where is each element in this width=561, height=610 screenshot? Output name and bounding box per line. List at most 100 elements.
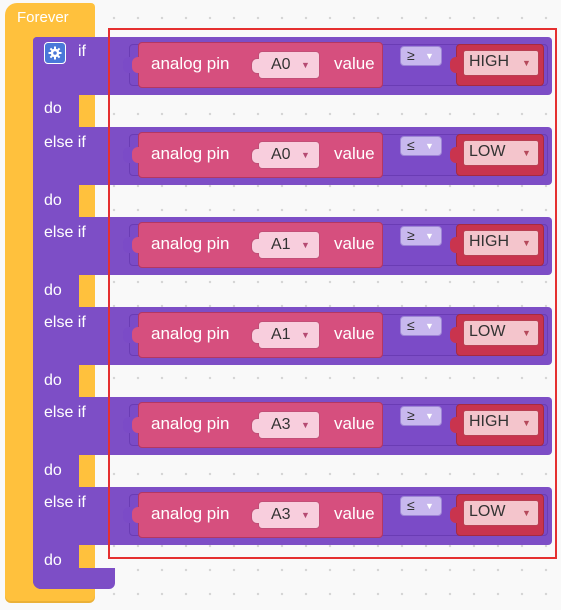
level-value: LOW xyxy=(469,323,506,340)
analog-pin-block[interactable]: analog pin A3 ▼ value xyxy=(132,402,383,448)
do-keyword: do xyxy=(44,192,62,209)
if-keyword: if xyxy=(78,43,86,60)
pin-value: A3 xyxy=(271,416,291,433)
else-if-keyword: else if xyxy=(44,404,86,421)
chevron-down-icon: ▼ xyxy=(522,238,531,248)
chevron-down-icon: ▼ xyxy=(301,240,310,250)
level-value: LOW xyxy=(469,503,506,520)
chevron-down-icon: ▼ xyxy=(425,501,434,511)
chevron-down-icon: ▼ xyxy=(425,231,434,241)
analog-pin-label: analog pin xyxy=(151,414,230,433)
do-keyword: do xyxy=(44,372,62,389)
pin-value: A0 xyxy=(271,56,291,73)
level-dropdown[interactable]: HIGH ▼ xyxy=(463,50,539,76)
highlight-frame xyxy=(108,28,557,559)
operator-value: ≤ xyxy=(407,137,415,153)
value-label: value xyxy=(334,414,375,433)
chevron-down-icon: ▼ xyxy=(301,60,310,70)
compare-block[interactable]: analog pin A3 ▼ value ≤ ▼ LOW ▼ xyxy=(123,492,548,538)
chevron-down-icon: ▼ xyxy=(425,141,434,151)
level-dropdown[interactable]: LOW ▼ xyxy=(463,320,539,346)
chevron-down-icon: ▼ xyxy=(425,411,434,421)
analog-pin-label: analog pin xyxy=(151,324,230,343)
operator-dropdown[interactable]: ≥ ▼ xyxy=(400,406,442,426)
level-block[interactable]: HIGH ▼ xyxy=(450,44,544,86)
level-dropdown[interactable]: HIGH ▼ xyxy=(463,410,539,436)
value-label: value xyxy=(334,144,375,163)
value-label: value xyxy=(334,504,375,523)
operator-value: ≤ xyxy=(407,497,415,513)
do-keyword: do xyxy=(44,552,62,569)
else-if-keyword: else if xyxy=(44,224,86,241)
pin-value: A3 xyxy=(271,506,291,523)
level-dropdown[interactable]: LOW ▼ xyxy=(463,140,539,166)
else-if-keyword: else if xyxy=(44,314,86,331)
chevron-down-icon: ▼ xyxy=(522,148,531,158)
do-keyword: do xyxy=(44,462,62,479)
chevron-down-icon: ▼ xyxy=(301,150,310,160)
operator-value: ≥ xyxy=(407,407,415,423)
level-block[interactable]: LOW ▼ xyxy=(450,494,544,536)
compare-block[interactable]: analog pin A0 ▼ value ≥ ▼ HIGH ▼ xyxy=(123,42,548,88)
operator-value: ≥ xyxy=(407,227,415,243)
chevron-down-icon: ▼ xyxy=(522,328,531,338)
gear-icon[interactable] xyxy=(44,42,66,64)
level-value: HIGH xyxy=(469,413,509,430)
compare-block[interactable]: analog pin A3 ▼ value ≥ ▼ HIGH ▼ xyxy=(123,402,548,448)
level-value: HIGH xyxy=(469,233,509,250)
analog-pin-block[interactable]: analog pin A1 ▼ value xyxy=(132,222,383,268)
do-keyword: do xyxy=(44,100,62,117)
pin-dropdown[interactable]: A1 ▼ xyxy=(251,231,320,259)
operator-dropdown[interactable]: ≤ ▼ xyxy=(400,316,442,336)
pin-value: A1 xyxy=(271,326,291,343)
level-block[interactable]: HIGH ▼ xyxy=(450,404,544,446)
chevron-down-icon: ▼ xyxy=(425,51,434,61)
level-dropdown[interactable]: LOW ▼ xyxy=(463,500,539,526)
pin-dropdown[interactable]: A0 ▼ xyxy=(251,51,320,79)
analog-pin-label: analog pin xyxy=(151,504,230,523)
level-block[interactable]: LOW ▼ xyxy=(450,134,544,176)
level-block[interactable]: LOW ▼ xyxy=(450,314,544,356)
else-if-keyword: else if xyxy=(44,134,86,151)
do-keyword: do xyxy=(44,282,62,299)
operator-value: ≤ xyxy=(407,317,415,333)
value-label: value xyxy=(334,324,375,343)
analog-pin-label: analog pin xyxy=(151,234,230,253)
analog-pin-block[interactable]: analog pin A0 ▼ value xyxy=(132,132,383,178)
pin-value: A1 xyxy=(271,236,291,253)
level-block[interactable]: HIGH ▼ xyxy=(450,224,544,266)
analog-pin-block[interactable]: analog pin A3 ▼ value xyxy=(132,492,383,538)
analog-pin-block[interactable]: analog pin A0 ▼ value xyxy=(132,42,383,88)
else-if-keyword: else if xyxy=(44,494,86,511)
operator-dropdown[interactable]: ≥ ▼ xyxy=(400,226,442,246)
chevron-down-icon: ▼ xyxy=(301,330,310,340)
operator-value: ≥ xyxy=(407,47,415,63)
analog-pin-label: analog pin xyxy=(151,54,230,73)
pin-value: A0 xyxy=(271,146,291,163)
chevron-down-icon: ▼ xyxy=(301,510,310,520)
chevron-down-icon: ▼ xyxy=(301,420,310,430)
chevron-down-icon: ▼ xyxy=(425,321,434,331)
value-label: value xyxy=(334,54,375,73)
pin-dropdown[interactable]: A3 ▼ xyxy=(251,411,320,439)
chevron-down-icon: ▼ xyxy=(522,418,531,428)
chevron-down-icon: ▼ xyxy=(522,508,531,518)
if-block-bottom xyxy=(33,568,115,589)
forever-label: Forever xyxy=(17,9,69,26)
pin-dropdown[interactable]: A0 ▼ xyxy=(251,141,320,169)
operator-dropdown[interactable]: ≤ ▼ xyxy=(400,136,442,156)
analog-pin-label: analog pin xyxy=(151,144,230,163)
operator-dropdown[interactable]: ≤ ▼ xyxy=(400,496,442,516)
value-label: value xyxy=(334,234,375,253)
compare-block[interactable]: analog pin A0 ▼ value ≤ ▼ LOW ▼ xyxy=(123,132,548,178)
level-value: LOW xyxy=(469,143,506,160)
level-value: HIGH xyxy=(469,53,509,70)
operator-dropdown[interactable]: ≥ ▼ xyxy=(400,46,442,66)
analog-pin-block[interactable]: analog pin A1 ▼ value xyxy=(132,312,383,358)
chevron-down-icon: ▼ xyxy=(522,58,531,68)
level-dropdown[interactable]: HIGH ▼ xyxy=(463,230,539,256)
pin-dropdown[interactable]: A3 ▼ xyxy=(251,501,320,529)
pin-dropdown[interactable]: A1 ▼ xyxy=(251,321,320,349)
compare-block[interactable]: analog pin A1 ▼ value ≥ ▼ HIGH ▼ xyxy=(123,222,548,268)
compare-block[interactable]: analog pin A1 ▼ value ≤ ▼ LOW ▼ xyxy=(123,312,548,358)
